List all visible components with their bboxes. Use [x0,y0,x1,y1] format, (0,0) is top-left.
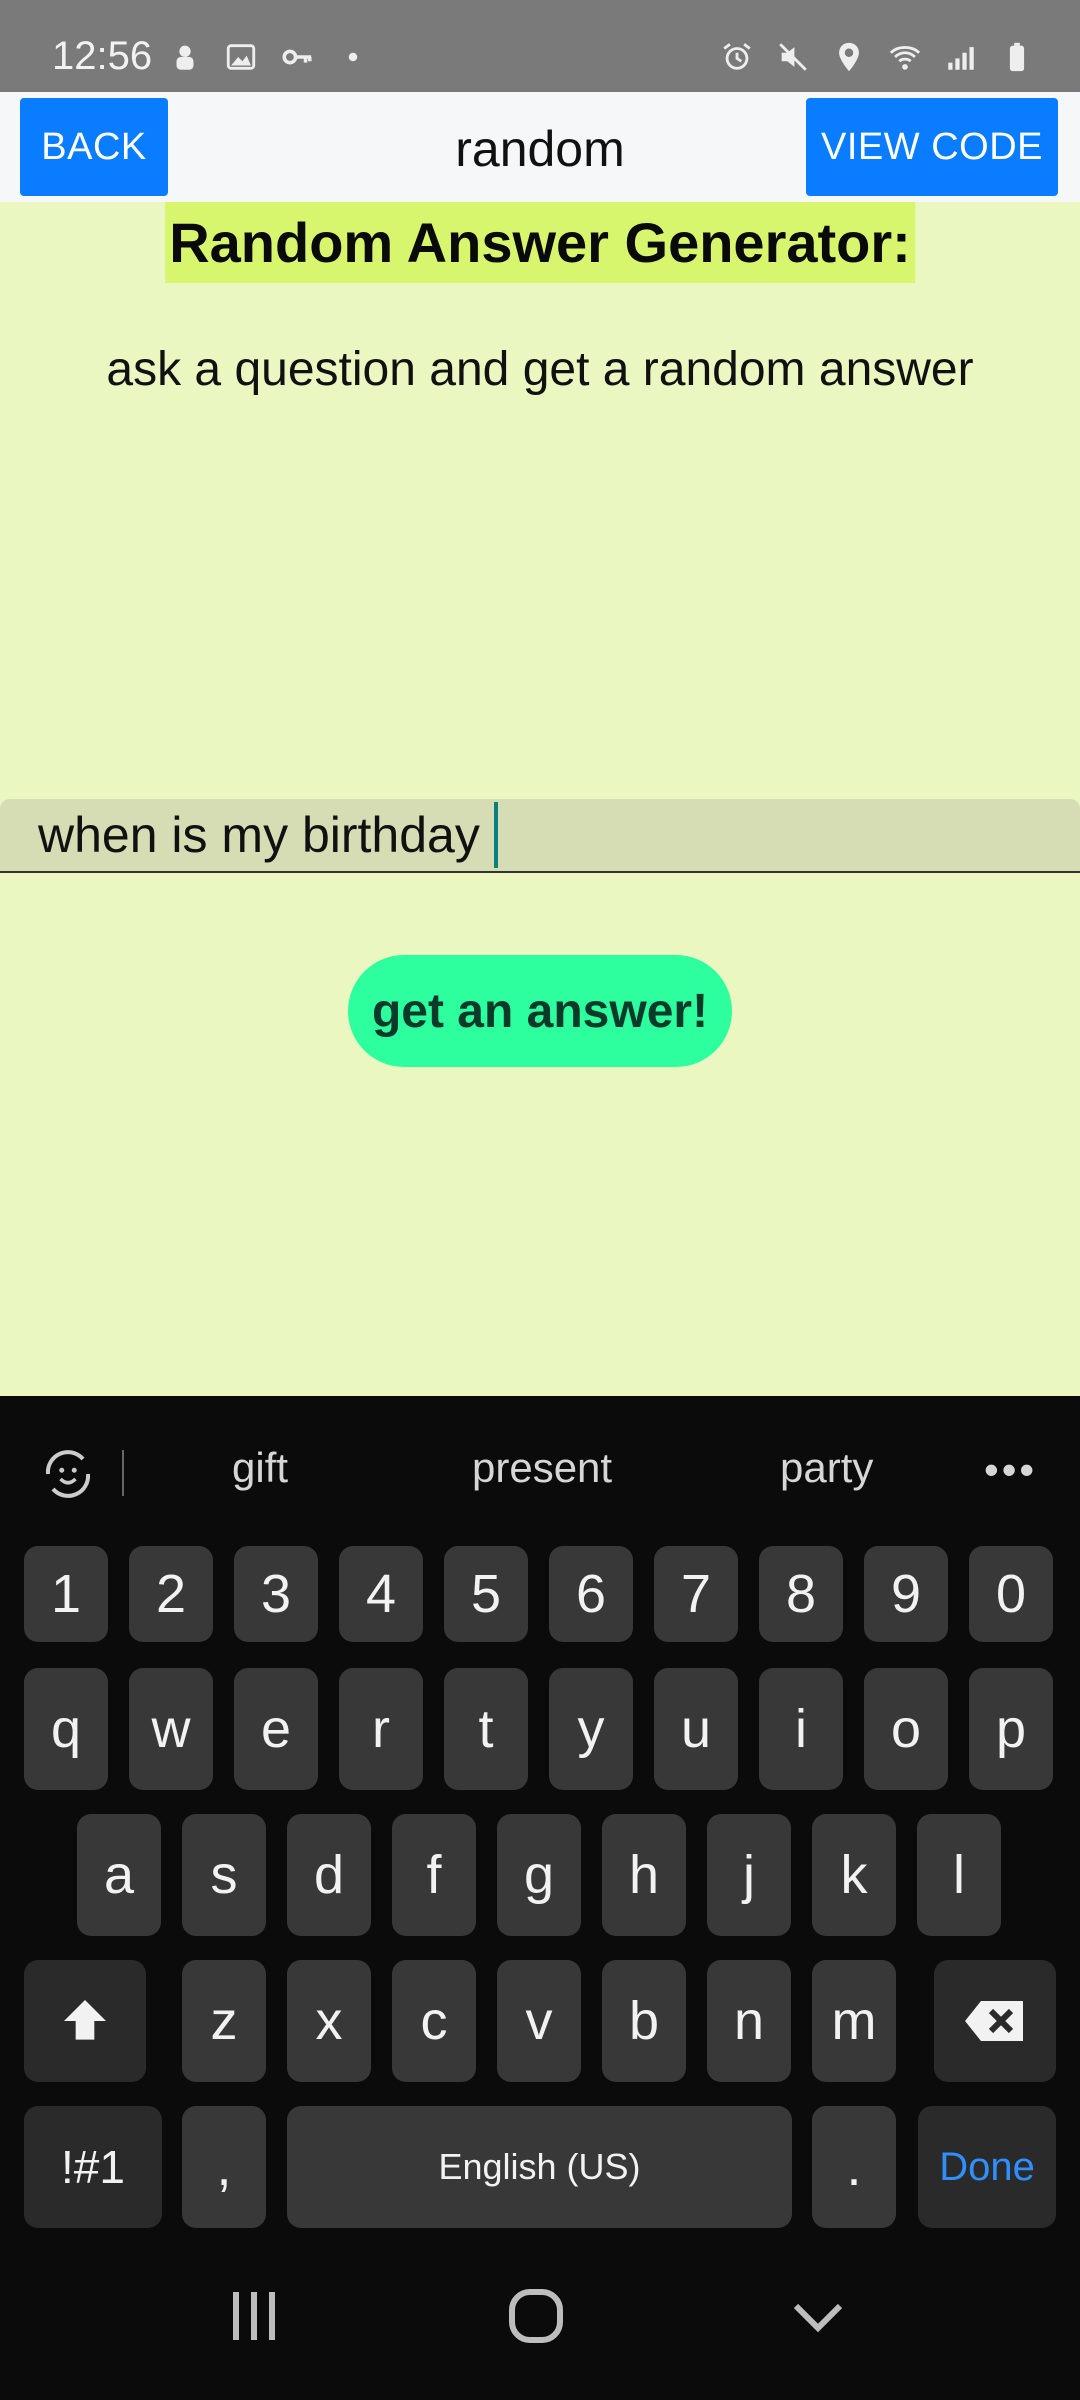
suggestion-3[interactable]: party [780,1444,873,1492]
key-e[interactable]: e [234,1668,318,1790]
get-answer-button[interactable]: get an answer! [348,955,732,1067]
suggestion-1[interactable]: gift [232,1444,288,1492]
backspace-key[interactable] [934,1960,1056,2082]
status-bar: 12:56 [0,0,1080,92]
view-code-button[interactable]: VIEW CODE [806,98,1058,196]
period-key[interactable]: . [812,2106,896,2228]
shift-key[interactable] [24,1960,146,2082]
key-3[interactable]: 3 [234,1546,318,1642]
key-4[interactable]: 4 [339,1546,423,1642]
key-l[interactable]: l [917,1814,1001,1936]
key-i[interactable]: i [759,1668,843,1790]
dot-icon [348,52,358,62]
app-title: Random Answer Generator: [165,202,915,283]
question-input[interactable]: when is my birthday [0,799,1080,873]
home-icon[interactable] [496,2276,576,2356]
wifi-icon [889,46,921,70]
comma-key[interactable]: , [182,2106,266,2228]
app-header: BACK random VIEW CODE [0,92,1080,202]
key-n[interactable]: n [707,1960,791,2082]
more-options-icon[interactable]: ••• [984,1446,1037,1494]
key-a[interactable]: a [77,1814,161,1936]
app-subtitle: ask a question and get a random answer [106,343,974,396]
key-k[interactable]: k [812,1814,896,1936]
navigation-bar [0,2230,1080,2400]
key-f[interactable]: f [392,1814,476,1936]
image-icon [226,44,256,70]
key-z[interactable]: z [182,1960,266,2082]
key-v[interactable]: v [497,1960,581,2082]
backspace-icon [965,2001,1023,2041]
key-t[interactable]: t [444,1668,528,1790]
key-g[interactable]: g [497,1814,581,1936]
key-m[interactable]: m [812,1960,896,2082]
key-y[interactable]: y [549,1668,633,1790]
key-8[interactable]: 8 [759,1546,843,1642]
back-nav-icon[interactable] [778,2276,858,2356]
key-1[interactable]: 1 [24,1546,108,1642]
mute-icon [779,43,807,71]
question-input-value: when is my birthday [38,807,480,863]
key-q[interactable]: q [24,1668,108,1790]
key-6[interactable]: 6 [549,1546,633,1642]
status-left-icons [168,40,370,74]
suggestion-divider [122,1450,124,1496]
key-r[interactable]: r [339,1668,423,1790]
battery-icon [1009,42,1025,72]
key-5[interactable]: 5 [444,1546,528,1642]
status-right-icons [720,40,1034,74]
key-h[interactable]: h [602,1814,686,1936]
suggestion-bar: gift present party ••• [0,1396,1080,1546]
emoji-rotate-icon[interactable] [38,1444,98,1504]
location-icon [839,42,859,72]
key-0[interactable]: 0 [969,1546,1053,1642]
key-u[interactable]: u [654,1668,738,1790]
key-icon [282,49,312,65]
key-x[interactable]: x [287,1960,371,2082]
key-2[interactable]: 2 [129,1546,213,1642]
key-s[interactable]: s [182,1814,266,1936]
key-w[interactable]: w [129,1668,213,1790]
text-cursor [493,802,498,868]
key-b[interactable]: b [602,1960,686,2082]
key-j[interactable]: j [707,1814,791,1936]
key-o[interactable]: o [864,1668,948,1790]
recent-apps-icon[interactable] [214,2276,294,2356]
key-7[interactable]: 7 [654,1546,738,1642]
key-d[interactable]: d [287,1814,371,1936]
key-9[interactable]: 9 [864,1546,948,1642]
alarm-icon [723,43,751,70]
status-time: 12:56 [52,34,153,78]
suggestion-2[interactable]: present [472,1444,612,1492]
symbols-key[interactable]: !#1 [24,2106,162,2228]
key-p[interactable]: p [969,1668,1053,1790]
main-content: Random Answer Generator: ask a question … [0,202,1080,1396]
shift-icon [64,2000,106,2040]
notification-icon [176,45,194,70]
space-key[interactable]: English (US) [287,2106,792,2228]
key-c[interactable]: c [392,1960,476,2082]
done-key[interactable]: Done [918,2106,1056,2228]
signal-icon [948,47,974,70]
